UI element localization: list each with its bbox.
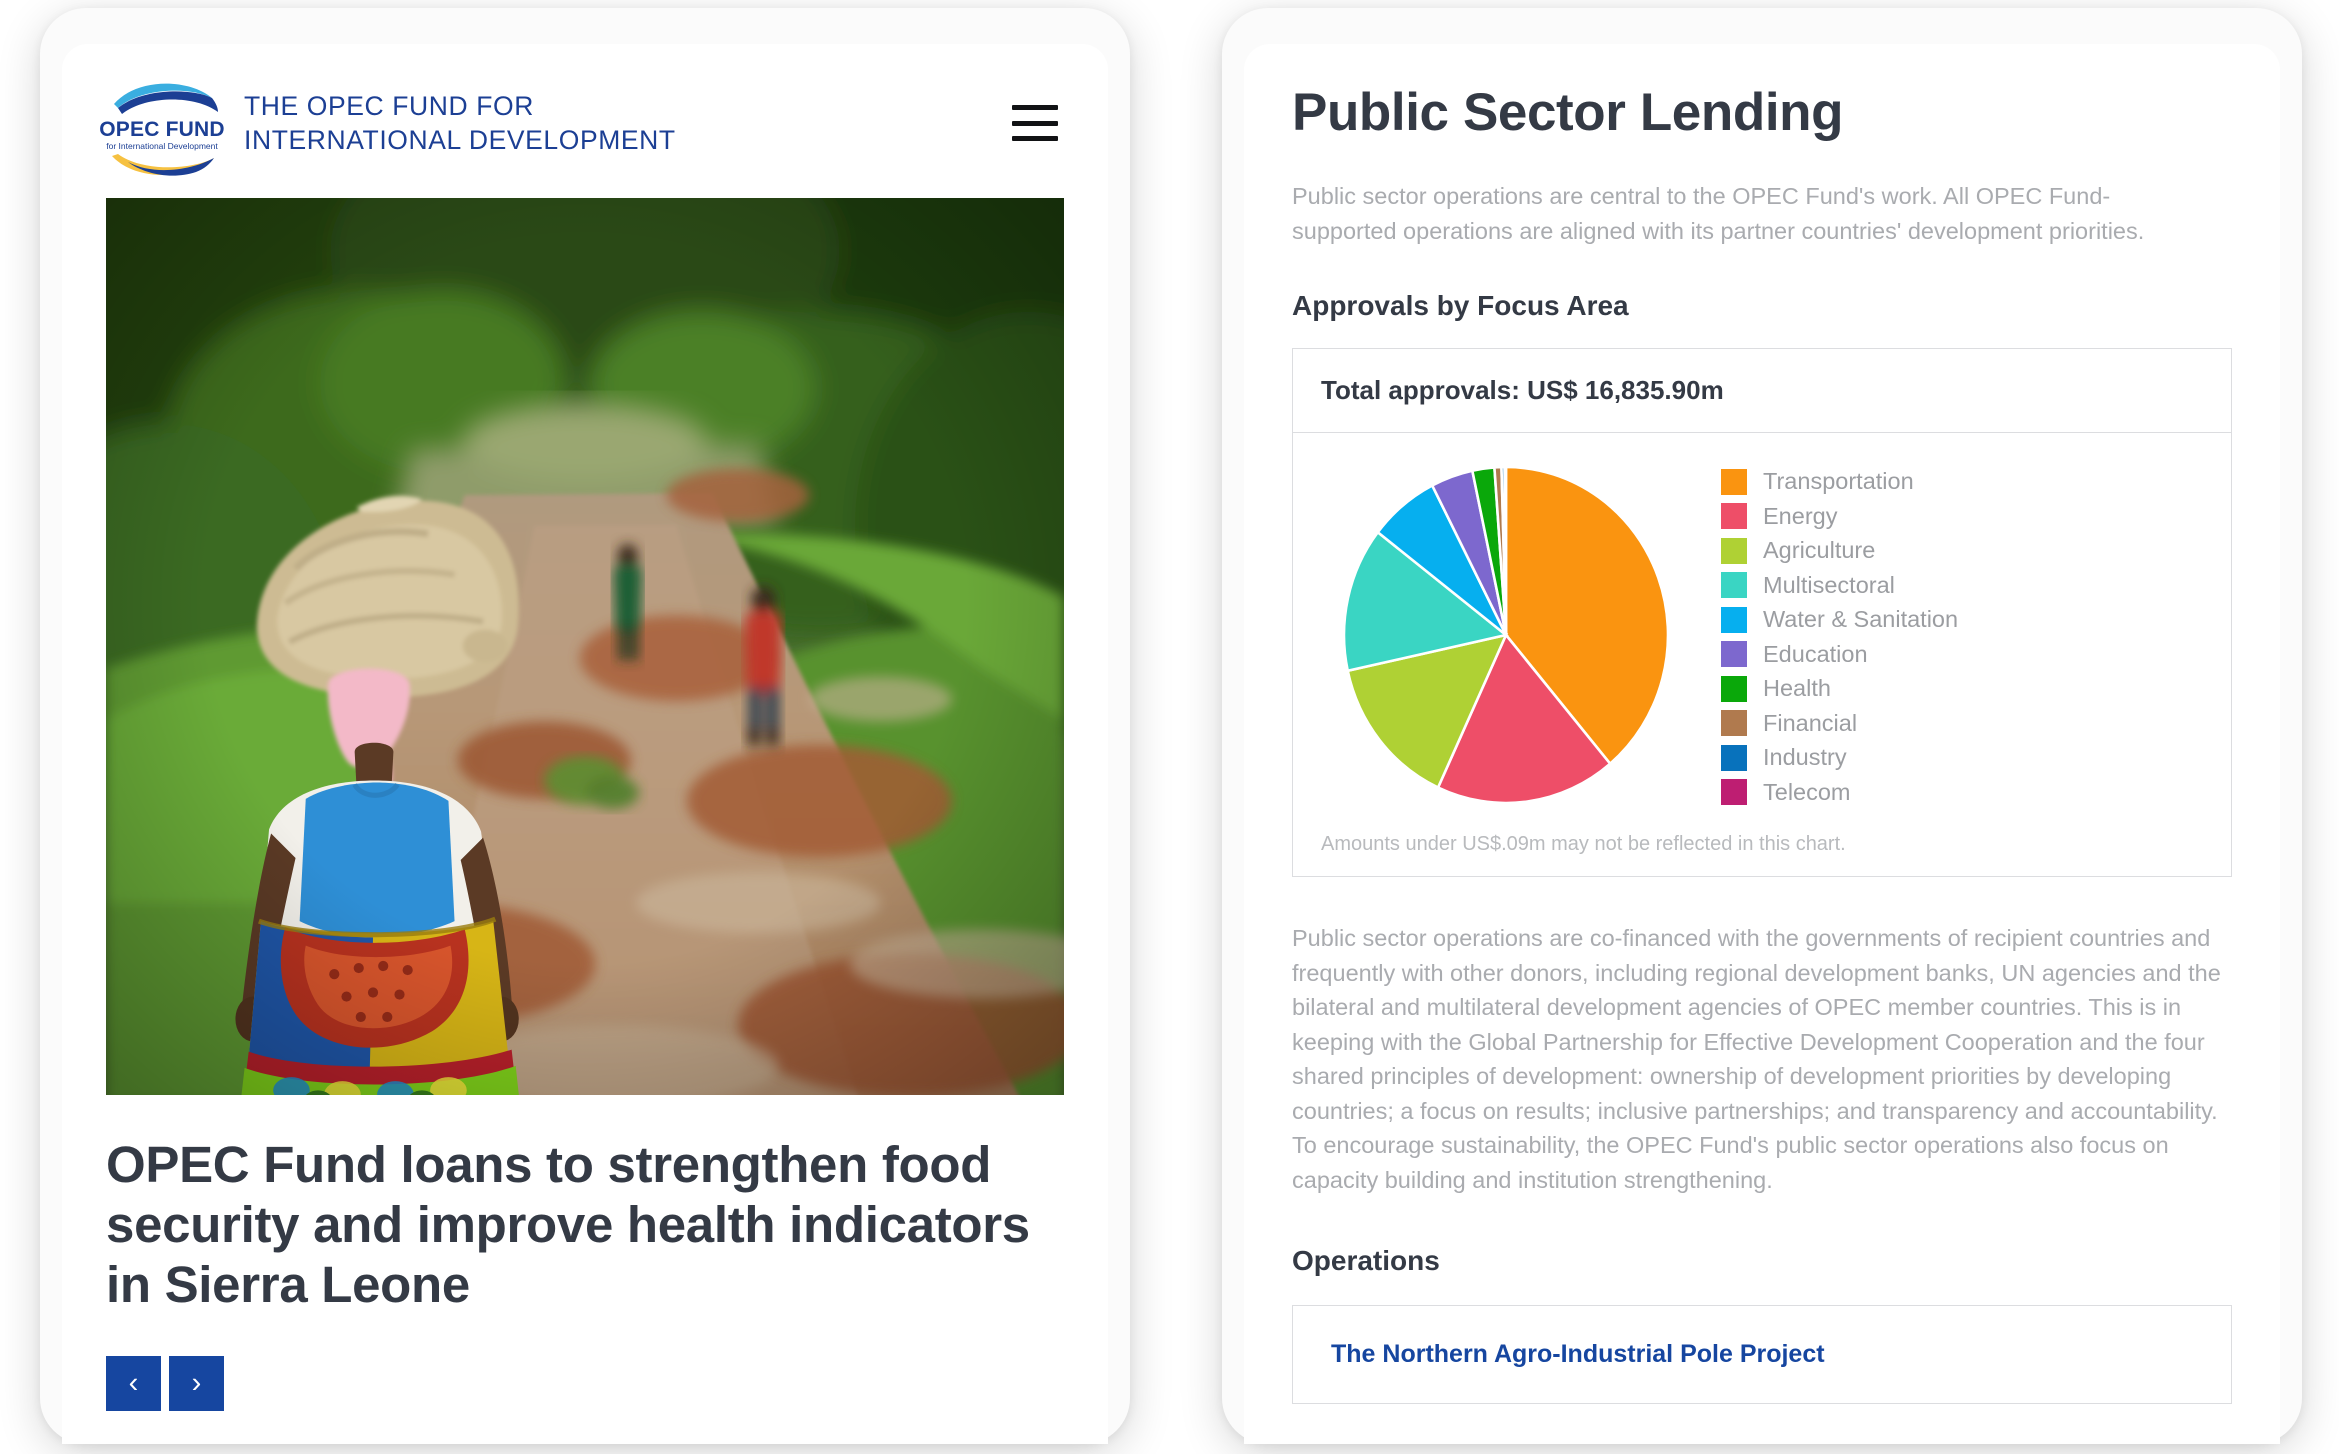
svg-text:OPEC FUND: OPEC FUND — [99, 118, 224, 141]
legend-label: Financial — [1763, 709, 1858, 736]
legend-label: Energy — [1763, 502, 1838, 529]
total-approvals-label: Total approvals: US$ 16,835.90m — [1293, 349, 2231, 434]
legend-item[interactable]: Education — [1721, 637, 1958, 672]
legend-item[interactable]: Telecom — [1721, 775, 1958, 810]
legend-swatch-icon — [1721, 744, 1747, 771]
legend-swatch-icon — [1721, 503, 1747, 530]
hero-headline: OPEC Fund loans to strengthen food secur… — [106, 1136, 1030, 1314]
legend-label: Health — [1763, 675, 1831, 702]
opec-fund-logo-icon: OPEC FUND for International Development — [96, 70, 228, 176]
legend-item[interactable]: Transportation — [1721, 465, 1958, 500]
legend-swatch-icon — [1721, 779, 1747, 806]
legend-item[interactable]: Industry — [1721, 741, 1958, 776]
carousel-next-button[interactable]: › — [169, 1355, 224, 1411]
site-header: OPEC FUND for International Development … — [62, 44, 1108, 198]
page-title: Public Sector Lending — [1292, 83, 1844, 142]
legend-swatch-icon — [1721, 468, 1747, 495]
legend-item[interactable]: Financial — [1721, 706, 1958, 741]
right-page-screen: Public Sector Lending Public sector oper… — [1244, 44, 2280, 1444]
screenshot-stage: OPEC FUND for International Development … — [0, 0, 2339, 1454]
legend-item[interactable]: Energy — [1721, 499, 1958, 534]
operation-card[interactable]: The Northern Agro-Industrial Pole Projec… — [1292, 1305, 2232, 1405]
device-frame-left: OPEC FUND for International Development … — [40, 8, 1130, 1444]
chart-card-body: Transportation Energy Agriculture Multisect… — [1293, 433, 2231, 876]
chart-footnote: Amounts under US$.09m may not be reflect… — [1321, 833, 1846, 856]
legend-label: Education — [1763, 640, 1868, 667]
chart-legend: Transportation Energy Agriculture Multisect… — [1721, 461, 1958, 810]
page-lede: Public sector operations are central to … — [1292, 183, 2145, 244]
pie-chart-svg — [1342, 465, 1670, 805]
carousel-nav: ‹ › — [62, 1316, 1108, 1411]
pie-slice-telecom[interactable] — [1503, 465, 1508, 636]
legend-label: Telecom — [1763, 778, 1851, 805]
operations-section-heading: Operations — [1292, 1245, 1440, 1277]
legend-item[interactable]: Health — [1721, 672, 1958, 707]
approvals-chart-card: Total approvals: US$ 16,835.90m Transpor… — [1292, 348, 2232, 878]
public-sector-body-copy: Public sector operations are co-financed… — [1292, 925, 2221, 1193]
legend-item[interactable]: Water & Sanitation — [1721, 603, 1958, 638]
legend-label: Agriculture — [1763, 537, 1876, 564]
legend-swatch-icon — [1721, 572, 1747, 599]
approvals-pie-chart[interactable] — [1321, 459, 1691, 811]
legend-label: Multisectoral — [1763, 571, 1895, 598]
legend-swatch-icon — [1721, 537, 1747, 564]
chart-row: Transportation Energy Agriculture Multisect… — [1321, 459, 2203, 811]
legend-swatch-icon — [1721, 675, 1747, 702]
legend-label: Transportation — [1763, 468, 1914, 495]
legend-swatch-icon — [1721, 606, 1747, 633]
approvals-section-heading: Approvals by Focus Area — [1292, 290, 1629, 322]
operation-link[interactable]: The Northern Agro-Industrial Pole Projec… — [1331, 1340, 1825, 1368]
public-sector-lending-document: Public Sector Lending Public sector oper… — [1244, 44, 2280, 1405]
hamburger-menu-icon[interactable] — [1012, 105, 1058, 141]
hero-image-wrap — [62, 198, 1108, 1095]
brand-lockup[interactable]: OPEC FUND for International Development … — [96, 70, 676, 176]
brand-title: THE OPEC FUND FOR INTERNATIONAL DEVELOPM… — [244, 90, 676, 155]
legend-item[interactable]: Multisectoral — [1721, 568, 1958, 603]
carousel-prev-button[interactable]: ‹ — [106, 1355, 161, 1411]
legend-item[interactable]: Agriculture — [1721, 534, 1958, 569]
legend-label: Industry — [1763, 744, 1847, 771]
svg-text:for International Development: for International Development — [106, 141, 218, 151]
hero-image — [106, 198, 1064, 1095]
legend-swatch-icon — [1721, 710, 1747, 737]
left-page-screen: OPEC FUND for International Development … — [62, 44, 1108, 1444]
legend-swatch-icon — [1721, 641, 1747, 668]
device-frame-right: Public Sector Lending Public sector oper… — [1222, 8, 2302, 1444]
legend-label: Water & Sanitation — [1763, 606, 1959, 633]
